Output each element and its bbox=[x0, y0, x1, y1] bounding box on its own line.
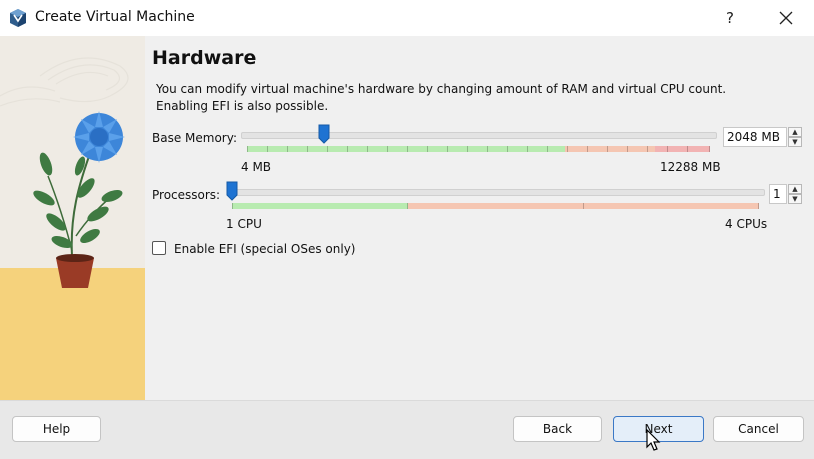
base-memory-spinbox[interactable]: 2048 MB bbox=[723, 127, 787, 147]
virtualbox-icon bbox=[10, 9, 26, 27]
memory-tick bbox=[387, 146, 388, 152]
processors-spin-buttons: ▲ ▼ bbox=[788, 184, 802, 204]
plant-illustration bbox=[0, 36, 145, 400]
cancel-button[interactable]: Cancel bbox=[713, 416, 804, 442]
help-question-button[interactable]: ? bbox=[716, 4, 744, 32]
memory-tick bbox=[627, 146, 628, 152]
base-memory-min-label: 4 MB bbox=[241, 160, 272, 174]
window-title: Create Virtual Machine bbox=[35, 9, 195, 25]
memory-tick bbox=[327, 146, 328, 152]
memory-tick bbox=[567, 146, 568, 152]
memory-tick bbox=[307, 146, 308, 152]
cpu-tick bbox=[232, 203, 233, 209]
memory-tick bbox=[287, 146, 288, 152]
processors-value[interactable]: 1 bbox=[773, 187, 781, 201]
memory-tick bbox=[367, 146, 368, 152]
processors-spinbox[interactable]: 1 bbox=[769, 184, 787, 204]
memory-ok-zone bbox=[247, 146, 565, 152]
memory-tick bbox=[527, 146, 528, 152]
processors-label: Processors: bbox=[152, 188, 221, 202]
enable-efi-label: Enable EFI (special OSes only) bbox=[174, 242, 356, 256]
memory-tick bbox=[547, 146, 548, 152]
processors-increment-button[interactable]: ▲ bbox=[788, 184, 802, 194]
memory-danger-zone bbox=[655, 146, 710, 152]
wizard-illustration bbox=[0, 36, 145, 400]
memory-decrement-button[interactable]: ▼ bbox=[788, 137, 802, 147]
close-icon[interactable] bbox=[772, 4, 800, 32]
memory-tick bbox=[687, 146, 688, 152]
memory-tick bbox=[507, 146, 508, 152]
cpu-tick bbox=[758, 203, 759, 209]
memory-tick bbox=[407, 146, 408, 152]
processors-min-label: 1 CPU bbox=[226, 217, 262, 231]
enable-efi-checkbox[interactable] bbox=[152, 241, 166, 255]
processors-slider-track[interactable] bbox=[228, 189, 765, 196]
base-memory-slider-track[interactable] bbox=[241, 132, 717, 139]
base-memory-label: Base Memory: bbox=[152, 131, 238, 145]
processors-decrement-button[interactable]: ▼ bbox=[788, 194, 802, 204]
description-line-1: You can modify virtual machine's hardwar… bbox=[156, 82, 727, 96]
memory-tick bbox=[487, 146, 488, 152]
wizard-footer: Help Back Next Cancel bbox=[0, 400, 814, 459]
base-memory-spin-buttons: ▲ ▼ bbox=[788, 127, 802, 147]
memory-tick bbox=[667, 146, 668, 152]
memory-tick bbox=[447, 146, 448, 152]
title-bar: Create Virtual Machine ? bbox=[0, 0, 814, 36]
base-memory-slider-thumb[interactable] bbox=[318, 124, 330, 144]
base-memory-max-label: 12288 MB bbox=[660, 160, 721, 174]
memory-tick bbox=[607, 146, 608, 152]
help-button[interactable]: Help bbox=[12, 416, 101, 442]
hardware-page: Hardware You can modify virtual machine'… bbox=[145, 36, 814, 400]
memory-tick bbox=[467, 146, 468, 152]
mouse-cursor-icon bbox=[646, 429, 661, 451]
memory-tick bbox=[427, 146, 428, 152]
back-button[interactable]: Back bbox=[513, 416, 602, 442]
cpu-ok-zone bbox=[232, 203, 408, 209]
base-memory-value[interactable]: 2048 MB bbox=[727, 130, 780, 144]
processors-max-label: 4 CPUs bbox=[725, 217, 768, 231]
page-title: Hardware bbox=[152, 47, 257, 69]
memory-increment-button[interactable]: ▲ bbox=[788, 127, 802, 137]
memory-tick bbox=[647, 146, 648, 152]
description-line-2: Enabling EFI is also possible. bbox=[156, 99, 329, 113]
memory-tick bbox=[587, 146, 588, 152]
memory-tick bbox=[267, 146, 268, 152]
memory-tick bbox=[247, 146, 248, 152]
memory-tick bbox=[347, 146, 348, 152]
cpu-tick bbox=[407, 203, 408, 209]
page-description: You can modify virtual machine's hardwar… bbox=[156, 81, 776, 115]
memory-tick bbox=[709, 146, 710, 152]
memory-warn-zone bbox=[565, 146, 655, 152]
cpu-tick bbox=[583, 203, 584, 209]
processors-slider-thumb[interactable] bbox=[226, 181, 238, 201]
